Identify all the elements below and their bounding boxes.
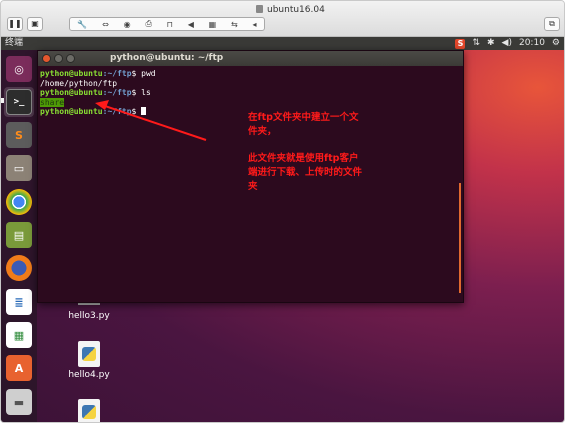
annotation-line: 此文件夹就是使用ftp客户端进行下载、上传时的文件夹: [248, 153, 363, 192]
annotation-text: 在ftp文件夹中建立一个文件夹， 此文件夹就是使用ftp客户端进行下载、上传时的…: [248, 111, 363, 207]
annotation-line: 在ftp文件夹中建立一个文件夹，: [248, 112, 359, 137]
annotation-arrow: [95, 100, 207, 141]
arrow-head: [95, 100, 109, 110]
vm-window: ubuntu16.04 ❚❚ ▣ 🔧 ⇔ ◉ ⎙ ⊓ ◀ ▦ ⇆ ◂ ⧉ 终端 …: [0, 0, 565, 423]
arrow-line: [98, 103, 207, 141]
